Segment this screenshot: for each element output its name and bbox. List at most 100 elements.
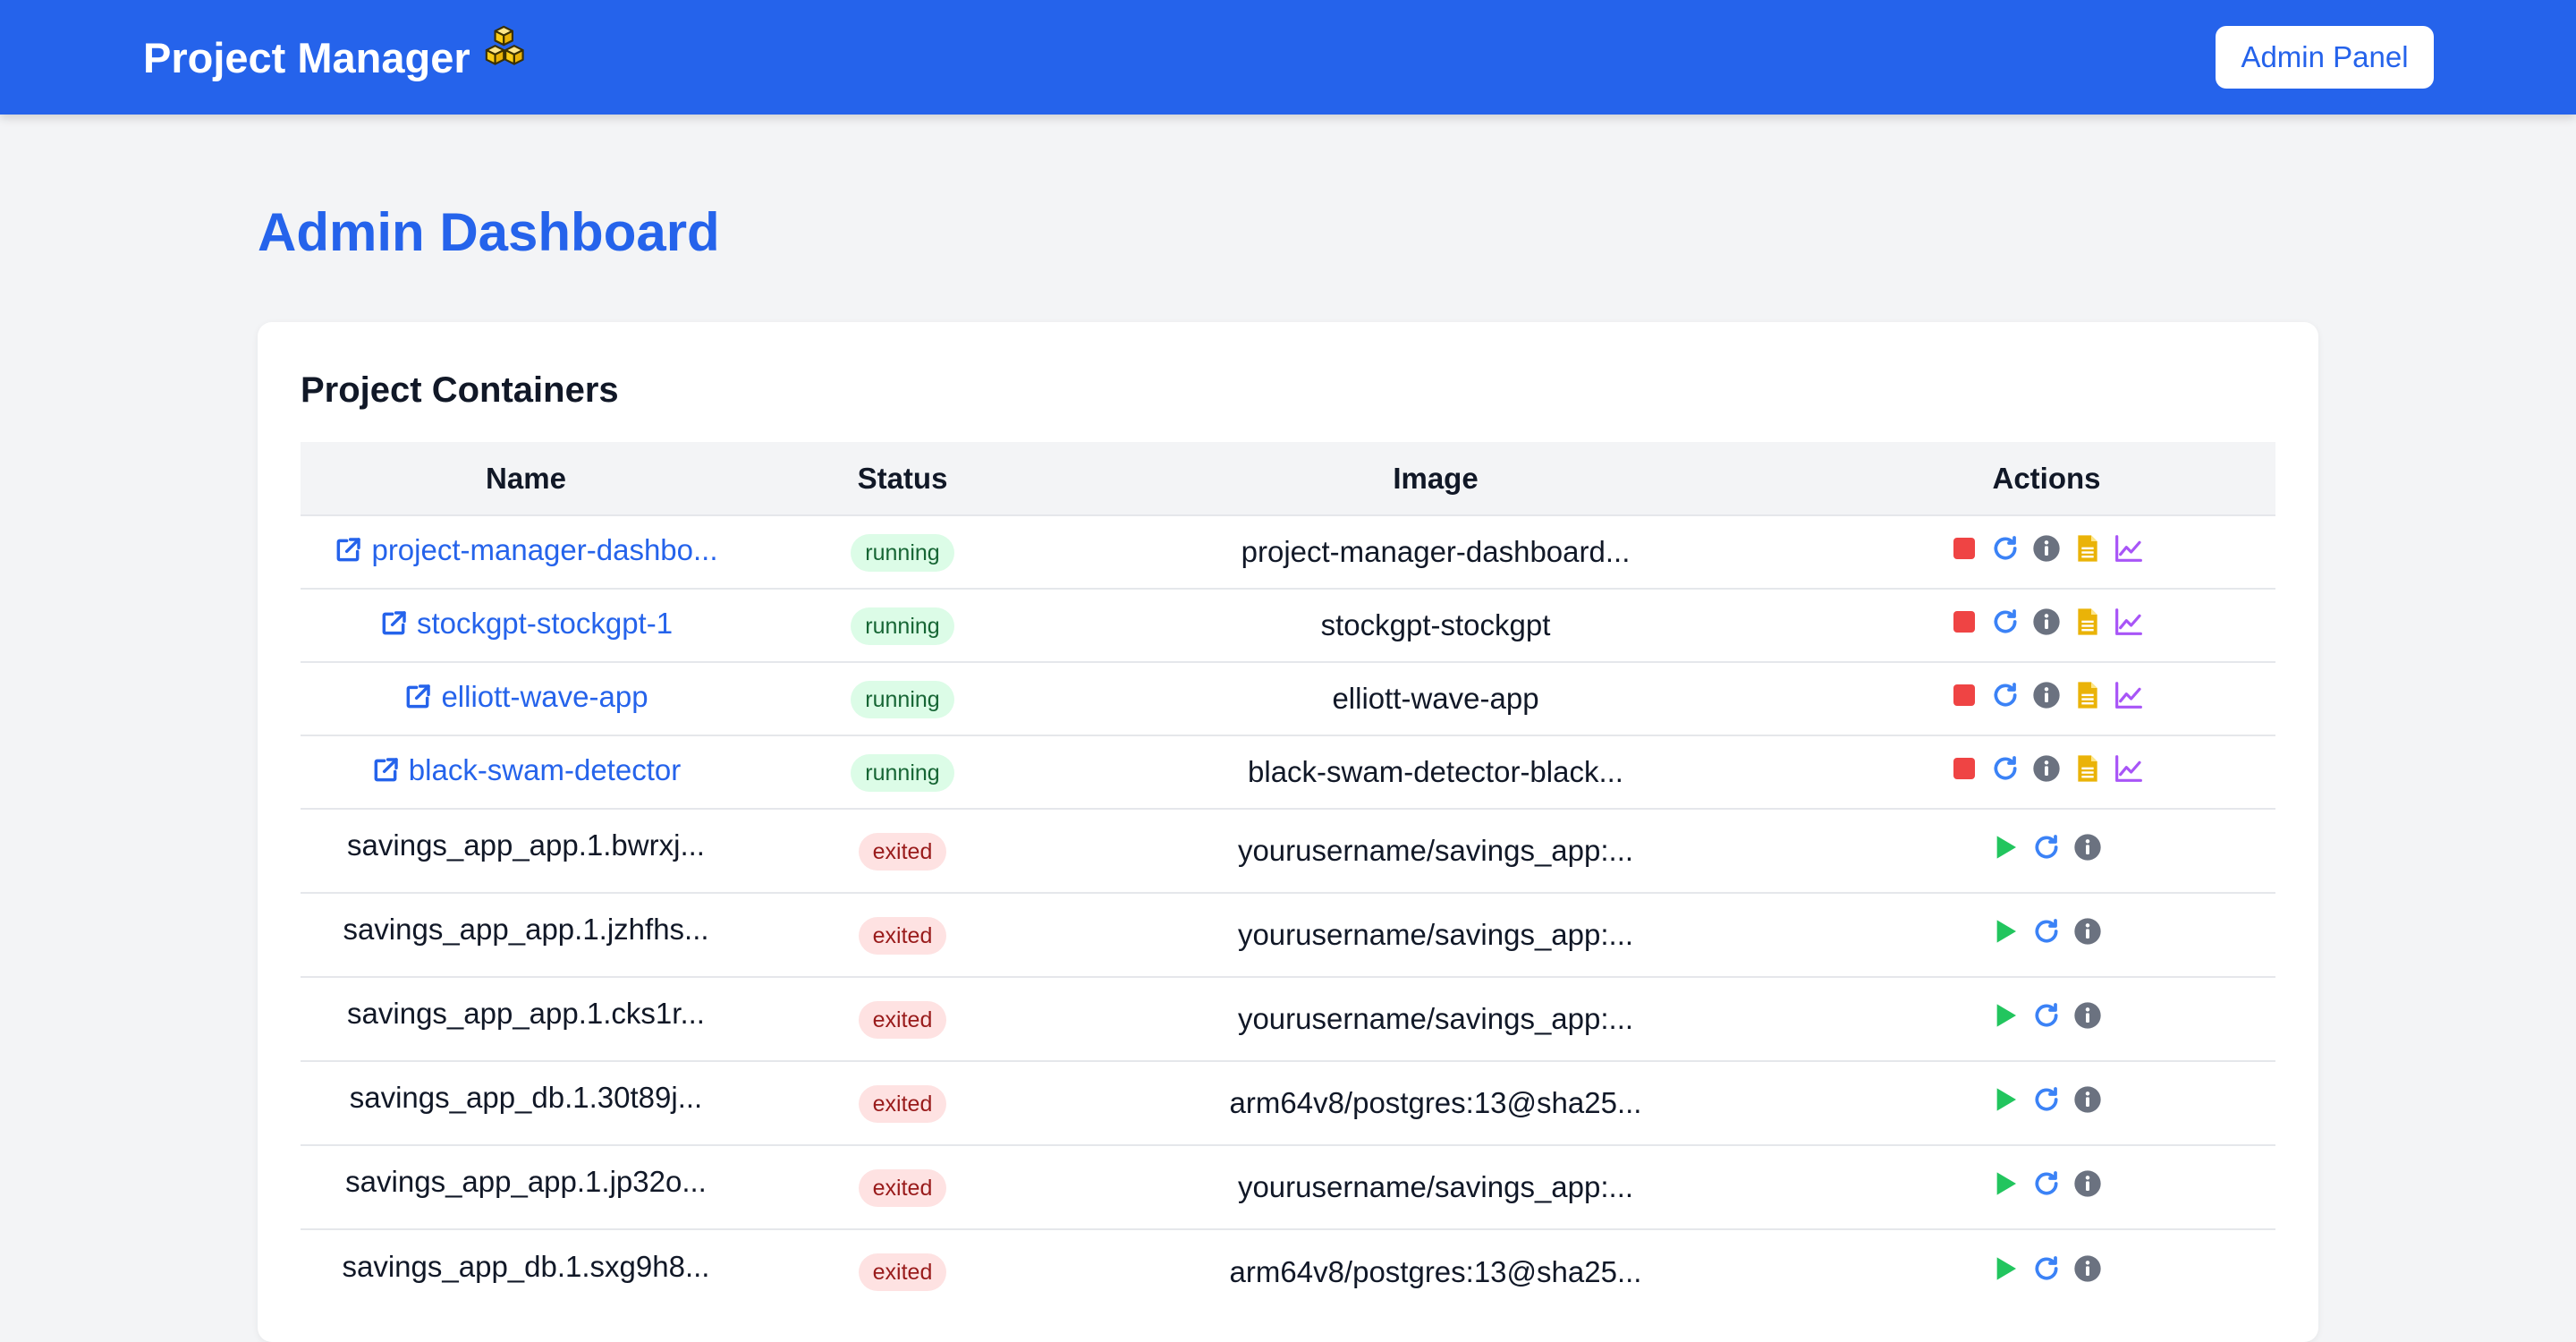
- restart-icon[interactable]: [2032, 917, 2061, 946]
- cell-image: stockgpt-stockgpt: [1054, 589, 1818, 662]
- play-icon[interactable]: [1991, 917, 2020, 946]
- table-row: savings_app_app.1.jzhfhs... exited youruse…: [301, 893, 2275, 977]
- info-icon[interactable]: [2073, 1169, 2102, 1198]
- info-icon[interactable]: [2073, 833, 2102, 862]
- column-header-name: Name: [486, 461, 566, 495]
- logs-icon[interactable]: [2073, 681, 2102, 709]
- cell-status: running: [751, 735, 1054, 809]
- external-link-icon: [371, 756, 400, 785]
- restart-icon[interactable]: [2032, 1169, 2061, 1198]
- image-name: arm64v8/postgres:13@sha25...: [1229, 1086, 1642, 1119]
- action-group: [1991, 1085, 2102, 1114]
- cell-name: savings_app_app.1.cks1r...: [301, 977, 751, 1061]
- cell-name: stockgpt-stockgpt-1: [301, 589, 751, 662]
- external-link-icon: [403, 683, 432, 711]
- cell-image: yourusername/savings_app:...: [1054, 1145, 1818, 1229]
- cell-status: running: [751, 515, 1054, 589]
- brand: Project Manager: [143, 0, 538, 115]
- cell-actions: [1818, 809, 2275, 893]
- container-name: savings_app_app.1.jp32o...: [345, 1165, 707, 1198]
- container-link[interactable]: project-manager-dashbo...: [334, 532, 718, 567]
- action-group: [1991, 1254, 2102, 1283]
- external-link-icon: [334, 536, 362, 565]
- container-name: elliott-wave-app: [441, 679, 648, 713]
- status-badge: running: [851, 533, 954, 572]
- cell-actions: [1818, 515, 2275, 589]
- restart-icon[interactable]: [1991, 534, 2020, 563]
- cell-status: running: [751, 662, 1054, 735]
- table-row: savings_app_db.1.30t89j... exited arm64v8/…: [301, 1061, 2275, 1145]
- container-name: project-manager-dashbo...: [371, 532, 718, 566]
- play-icon[interactable]: [1991, 833, 2020, 862]
- restart-icon[interactable]: [2032, 1001, 2061, 1030]
- info-icon[interactable]: [2032, 534, 2061, 563]
- cell-status: exited: [751, 893, 1054, 977]
- restart-icon[interactable]: [2032, 1085, 2061, 1114]
- info-icon[interactable]: [2073, 1001, 2102, 1030]
- cell-actions: [1818, 893, 2275, 977]
- play-icon[interactable]: [1991, 1254, 2020, 1283]
- restart-icon[interactable]: [1991, 754, 2020, 783]
- admin-panel-button[interactable]: Admin Panel: [2216, 26, 2434, 89]
- logs-icon[interactable]: [2073, 534, 2102, 563]
- play-icon[interactable]: [1991, 1169, 2020, 1198]
- image-name: arm64v8/postgres:13@sha25...: [1229, 1254, 1642, 1288]
- play-icon[interactable]: [1991, 1001, 2020, 1030]
- info-icon[interactable]: [2073, 917, 2102, 946]
- action-group: [1991, 1001, 2102, 1030]
- image-name: stockgpt-stockgpt: [1320, 608, 1551, 641]
- status-badge: exited: [858, 832, 947, 871]
- image-name: yourusername/savings_app:...: [1237, 1002, 1634, 1035]
- cell-name: savings_app_app.1.jzhfhs...: [301, 893, 751, 977]
- container-link[interactable]: elliott-wave-app: [403, 680, 648, 714]
- logs-icon[interactable]: [2073, 607, 2102, 636]
- section-title: Project Containers: [301, 370, 619, 410]
- action-group: [1950, 681, 2143, 709]
- action-group: [1991, 833, 2102, 862]
- table-body: project-manager-dashbo... running project-…: [301, 515, 2275, 1313]
- cell-actions: [1818, 662, 2275, 735]
- cell-actions: [1818, 735, 2275, 809]
- table-row: savings_app_app.1.jp32o... exited youruser…: [301, 1145, 2275, 1229]
- restart-icon[interactable]: [2032, 833, 2061, 862]
- external-link-icon: [379, 609, 408, 638]
- cell-image: arm64v8/postgres:13@sha25...: [1054, 1229, 1818, 1313]
- container-name: savings_app_db.1.30t89j...: [349, 1081, 703, 1114]
- stop-icon[interactable]: [1950, 534, 1979, 563]
- cubes-icon: [485, 25, 524, 65]
- info-icon[interactable]: [2073, 1254, 2102, 1283]
- status-badge: running: [851, 753, 954, 792]
- restart-icon[interactable]: [1991, 607, 2020, 636]
- container-link[interactable]: stockgpt-stockgpt-1: [379, 607, 673, 641]
- info-icon[interactable]: [2032, 681, 2061, 709]
- cell-status: exited: [751, 977, 1054, 1061]
- cell-name: savings_app_db.1.sxg9h8...: [301, 1229, 751, 1313]
- info-icon[interactable]: [2073, 1085, 2102, 1114]
- stats-icon[interactable]: [2114, 534, 2143, 563]
- column-header-status: Status: [857, 461, 948, 495]
- logs-icon[interactable]: [2073, 754, 2102, 783]
- table-row: savings_app_db.1.sxg9h8... exited arm64v8/…: [301, 1229, 2275, 1313]
- info-icon[interactable]: [2032, 607, 2061, 636]
- stats-icon[interactable]: [2114, 607, 2143, 636]
- stop-icon[interactable]: [1950, 681, 1979, 709]
- column-header-image: Image: [1393, 461, 1479, 495]
- cell-actions: [1818, 1061, 2275, 1145]
- restart-icon[interactable]: [1991, 681, 2020, 709]
- container-name: stockgpt-stockgpt-1: [416, 606, 674, 640]
- restart-icon[interactable]: [2032, 1254, 2061, 1283]
- stats-icon[interactable]: [2114, 681, 2143, 709]
- play-icon[interactable]: [1991, 1085, 2020, 1114]
- action-group: [1991, 1169, 2102, 1198]
- cell-image: project-manager-dashboard...: [1054, 515, 1818, 589]
- stats-icon[interactable]: [2114, 754, 2143, 783]
- stop-icon[interactable]: [1950, 754, 1979, 783]
- table-row: savings_app_app.1.cks1r... exited youruser…: [301, 977, 2275, 1061]
- container-link[interactable]: black-swam-detector: [371, 753, 681, 787]
- stop-icon[interactable]: [1950, 607, 1979, 636]
- cell-name: savings_app_db.1.30t89j...: [301, 1061, 751, 1145]
- table-row: stockgpt-stockgpt-1 running stockgpt-stock…: [301, 589, 2275, 662]
- info-icon[interactable]: [2032, 754, 2061, 783]
- cell-status: running: [751, 589, 1054, 662]
- status-badge: exited: [858, 1084, 947, 1123]
